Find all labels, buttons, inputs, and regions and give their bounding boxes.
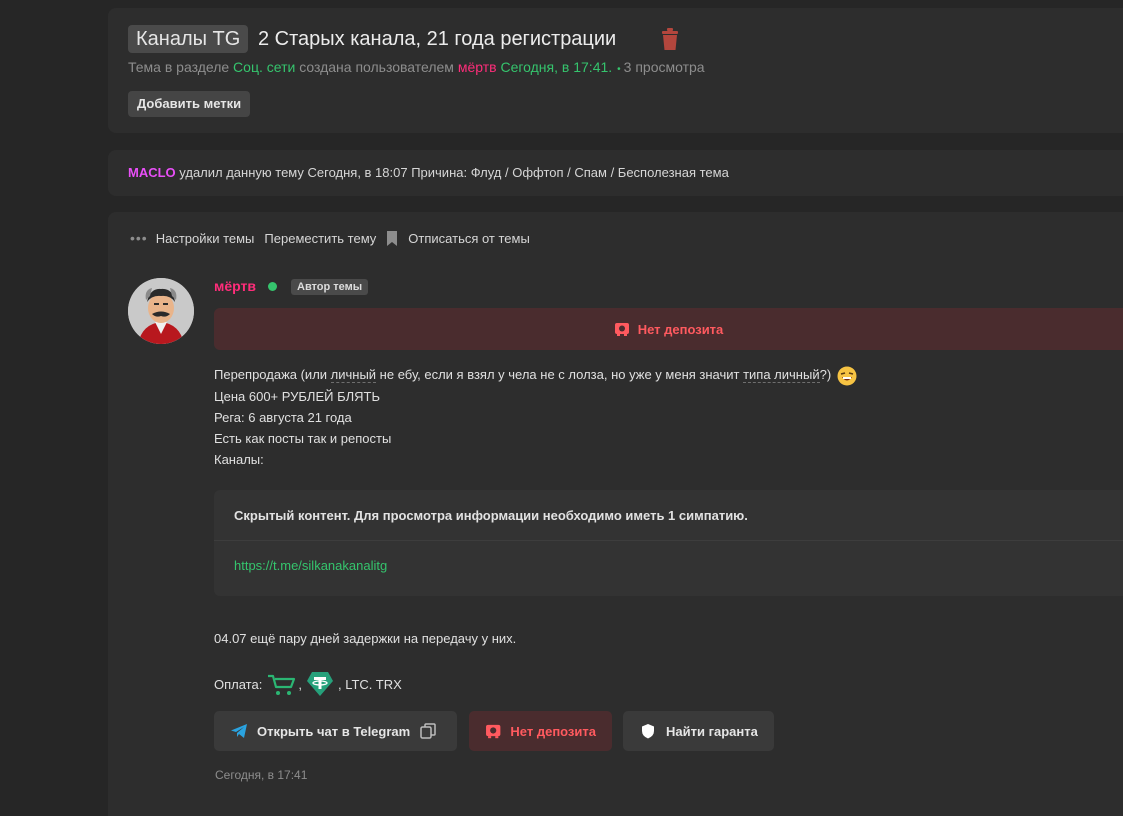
laughing-emoji-icon bbox=[837, 366, 857, 386]
deposit-icon bbox=[486, 724, 501, 739]
hidden-content-title: Скрытый контент. Для просмотра информаци… bbox=[234, 508, 748, 523]
telegram-button-label: Открыть чат в Telegram bbox=[257, 723, 411, 739]
separator-dot: • bbox=[617, 64, 621, 75]
delay-note: 04.07 ещё пару дней задержки на передачу… bbox=[214, 631, 517, 646]
post-date[interactable]: Сегодня, в 17:41 bbox=[215, 768, 307, 782]
deletion-notice: MACLO удалил данную тему Сегодня, в 18:0… bbox=[108, 150, 1123, 196]
thread-settings-link[interactable]: Настройки темы bbox=[156, 231, 255, 246]
moderator-name[interactable]: MACLO bbox=[128, 165, 176, 180]
telegram-icon bbox=[231, 724, 247, 738]
post-line-1: Перепродажа (или личный не ебу, если я в… bbox=[214, 364, 857, 386]
post-body: Перепродажа (или личный не ебу, если я в… bbox=[214, 364, 857, 470]
add-tags-button[interactable]: Добавить метки bbox=[128, 91, 251, 117]
view-count: 3 просмотра bbox=[623, 59, 705, 75]
thread-tools: ••• Настройки темы Переместить тему Отпи… bbox=[130, 230, 540, 246]
post-line-2: Цена 600+ РУБЛЕЙ БЛЯТЬ bbox=[214, 388, 381, 404]
find-guarantor-button[interactable]: Найти гаранта bbox=[623, 711, 774, 751]
payment-other: , LTC. TRX bbox=[337, 676, 402, 692]
bookmark-icon bbox=[387, 230, 398, 246]
shopping-cart-icon bbox=[268, 674, 296, 695]
deletion-text: MACLO удалил данную тему Сегодня, в 18:0… bbox=[128, 165, 729, 180]
post-line-5: Каналы: bbox=[214, 451, 264, 467]
post-line-3: Рега: 6 августа 21 года bbox=[214, 409, 352, 425]
online-indicator bbox=[268, 282, 277, 291]
deposit-banner-label: Нет депозита bbox=[637, 321, 724, 337]
meta-prefix: Тема в разделе bbox=[128, 59, 230, 75]
meta-mid: создана пользователем bbox=[299, 59, 454, 75]
unsubscribe-link[interactable]: Отписаться от темы bbox=[408, 231, 530, 246]
hidden-content-box: Скрытый контент. Для просмотра информаци… bbox=[214, 490, 1123, 596]
hidden-content-link[interactable]: https://t.me/silkanakanalitg bbox=[234, 558, 387, 573]
no-deposit-button[interactable]: Нет депозита bbox=[469, 711, 612, 751]
deposit-button-label: Нет депозита bbox=[510, 723, 596, 739]
trash-icon[interactable] bbox=[659, 28, 681, 52]
thread-title: 2 Старых канала, 21 года регистрации bbox=[258, 28, 617, 50]
created-date: Сегодня, в 17:41. bbox=[500, 59, 613, 75]
thread-prefix-badge[interactable]: Каналы TG bbox=[128, 25, 249, 53]
author-link[interactable]: мёртв bbox=[458, 59, 497, 75]
deposit-icon bbox=[614, 323, 629, 336]
open-telegram-chat-button[interactable]: Открыть чат в Telegram bbox=[214, 711, 457, 751]
avatar[interactable] bbox=[128, 278, 194, 344]
post-username[interactable]: мёртв bbox=[214, 278, 256, 294]
payment-separator: , bbox=[298, 676, 302, 692]
no-deposit-banner: Нет депозита bbox=[214, 308, 1123, 350]
payment-line: Оплата: , , LTC. TRX bbox=[214, 671, 402, 697]
avatar-image bbox=[128, 278, 194, 344]
move-thread-link[interactable]: Переместить тему bbox=[264, 231, 376, 246]
post-line-4: Есть как посты так и репосты bbox=[214, 430, 392, 446]
more-dots-icon[interactable]: ••• bbox=[130, 230, 148, 246]
hidden-divider bbox=[214, 540, 1123, 541]
post-container: ••• Настройки темы Переместить тему Отпи… bbox=[108, 212, 1123, 816]
guarantor-button-label: Найти гаранта bbox=[666, 723, 758, 739]
section-link[interactable]: Соц. сети bbox=[233, 59, 295, 75]
deletion-reason: удалил данную тему Сегодня, в 18:07 Прич… bbox=[179, 165, 729, 180]
shield-icon bbox=[642, 724, 654, 739]
author-badge: Автор темы bbox=[291, 279, 369, 295]
copy-icon[interactable] bbox=[420, 723, 436, 739]
thread-header: Каналы TG 2 Старых канала, 21 года регис… bbox=[108, 8, 1123, 133]
tether-usdt-icon bbox=[306, 672, 333, 696]
thread-meta: Тема в разделе Соц. сети создана пользов… bbox=[128, 59, 705, 75]
payment-label: Оплата: bbox=[214, 676, 263, 692]
